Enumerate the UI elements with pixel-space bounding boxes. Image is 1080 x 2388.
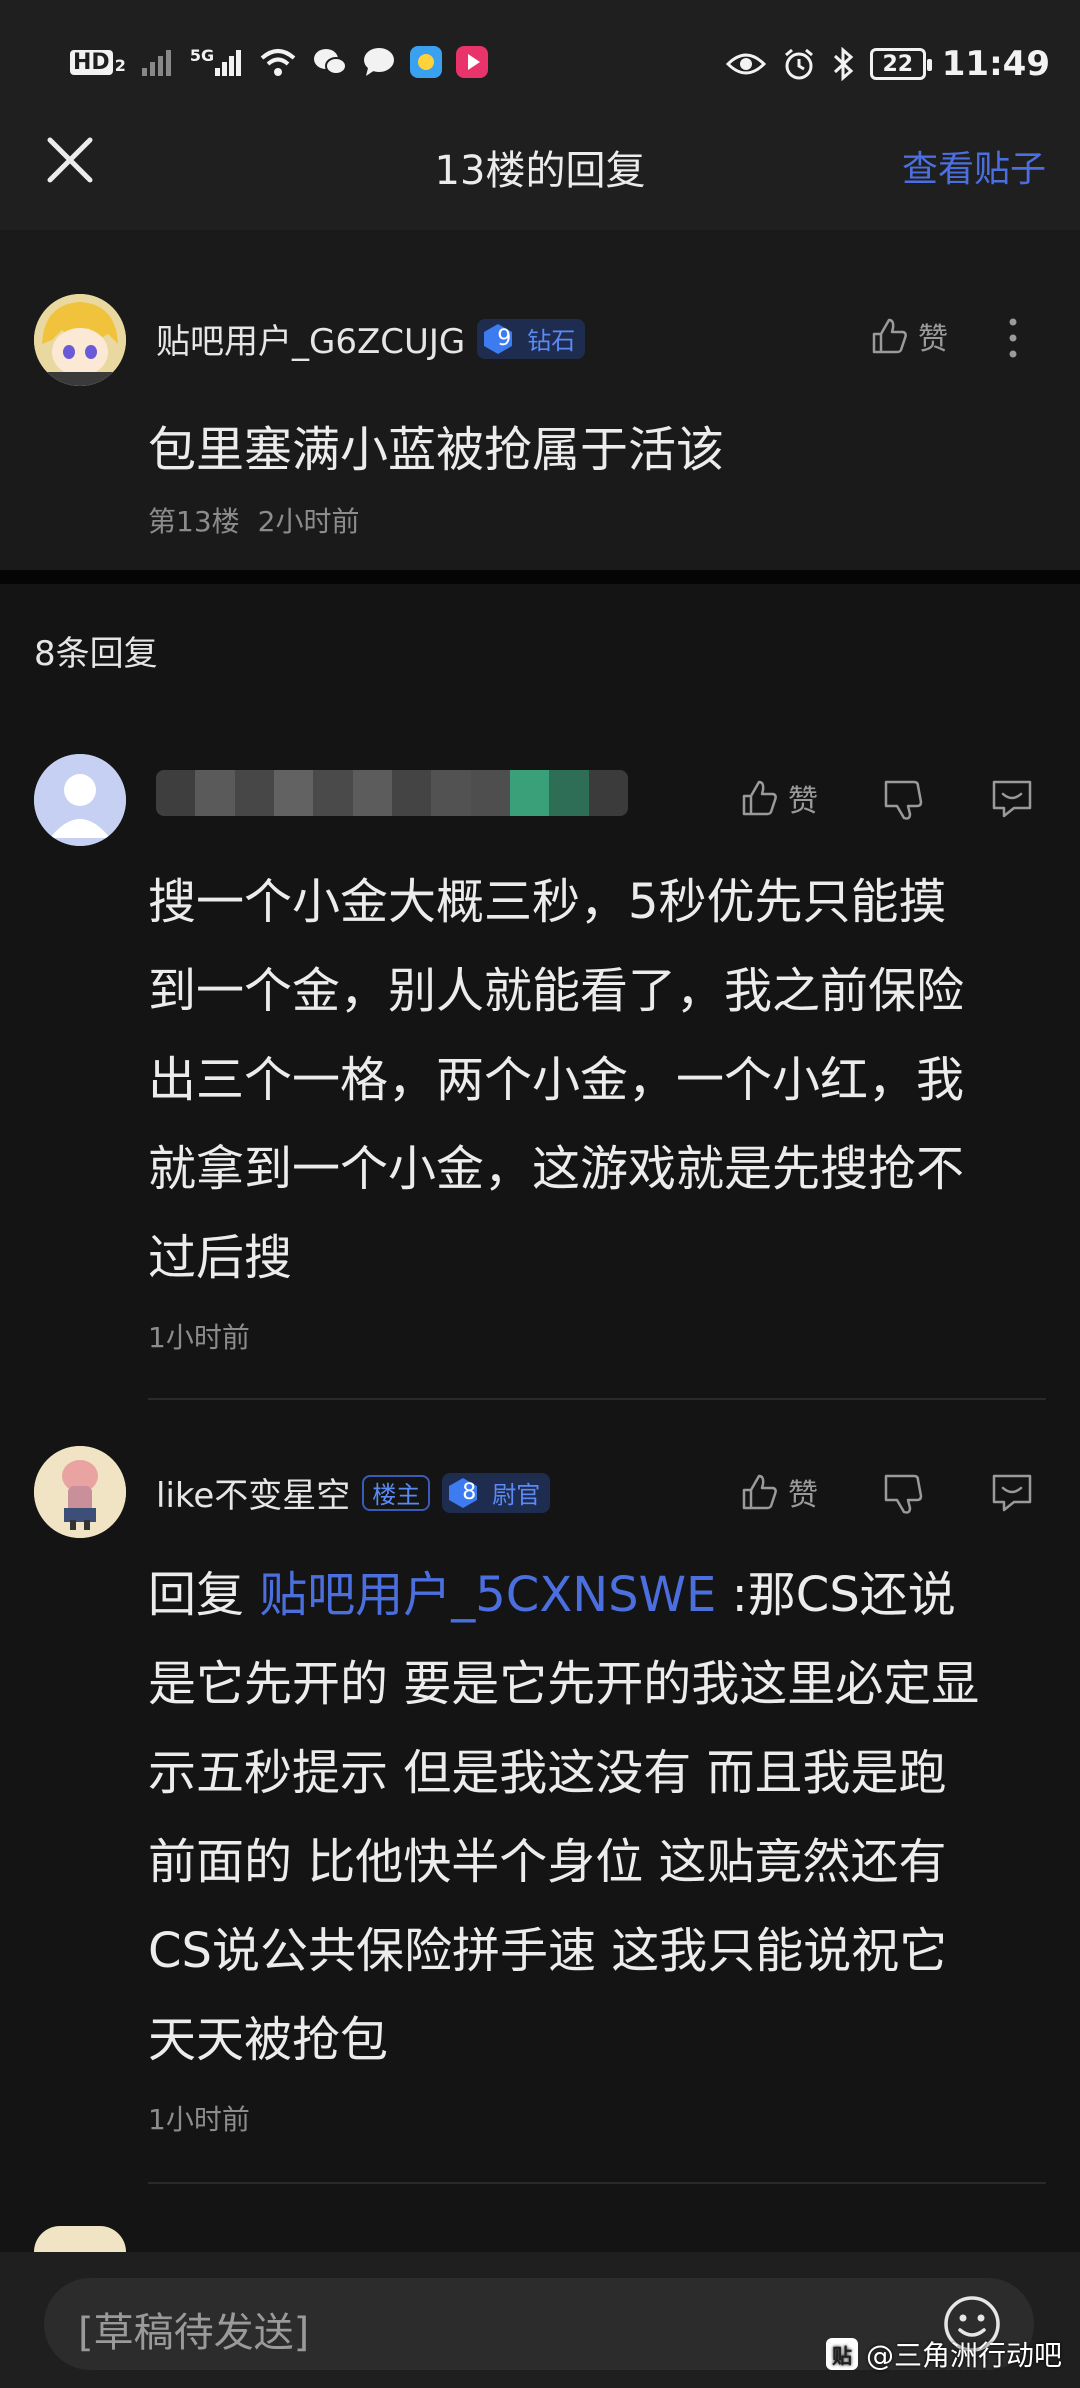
thumbs-down-icon[interactable] (880, 776, 928, 824)
thumbs-up-icon (742, 1474, 777, 1510)
reply-username[interactable]: like不变星空 (156, 1468, 350, 1517)
tieba-logo-icon: 贴 (825, 2338, 858, 2370)
reply-time: 1小时前 (148, 1321, 250, 1354)
title-bar: 13楼的回复 查看贴子 (0, 100, 1080, 230)
reply-divider (148, 1398, 1046, 1400)
like-button[interactable]: 赞 (740, 1470, 818, 1514)
reply-author[interactable]: like不变星空 楼主 8 尉官 (156, 1468, 551, 1517)
thumbs-up-icon (742, 780, 777, 816)
username[interactable]: 贴吧用户_G6ZCUJG (156, 314, 465, 363)
reply-bubble-icon[interactable] (988, 774, 1036, 822)
draft-placeholder: [草稿待发送] (78, 2310, 310, 2356)
avatar[interactable] (34, 2226, 126, 2252)
video-app-icon (456, 46, 489, 78)
eye-icon (725, 53, 766, 75)
floor-number: 第13楼 (148, 505, 240, 538)
bluetooth-icon (833, 47, 853, 81)
like-button[interactable]: 赞 (870, 314, 948, 358)
battery-indicator: 22 (869, 48, 932, 80)
reply-count: 8条回复 (34, 634, 158, 674)
reply-content: 搜一个小金大概三秒，5秒优先只能摸 到一个金，别人就能看了，我之前保险 出三个一… (148, 874, 965, 1286)
view-post-link[interactable]: 查看贴子 (902, 140, 1046, 192)
avatar[interactable] (34, 754, 126, 846)
avatar[interactable] (34, 294, 126, 386)
reply-divider (148, 2182, 1046, 2184)
floor-content: 包里塞满小蓝被抢属于活该 (148, 422, 725, 478)
thumbs-down-icon[interactable] (880, 1470, 928, 1518)
username-blurred[interactable] (156, 770, 628, 816)
signal-icon (141, 50, 171, 76)
wechat-icon (314, 49, 348, 75)
message-icon (364, 48, 395, 76)
floor-author[interactable]: 贴吧用户_G6ZCUJG 9 钻石 (156, 314, 586, 363)
clock: 11:49 (941, 44, 1050, 84)
reply-time: 1小时前 (148, 2103, 250, 2136)
signal-5g-icon: 5G (190, 46, 244, 78)
reply-content: 回复 贴吧用户_5CXNSWE :那CS还说 是它先开的 要是它先开的我这里必定… (148, 1567, 980, 2068)
bottom-input-bar: [草稿待发送] 贴 @三角洲行动吧 (0, 2252, 1080, 2388)
mention-link[interactable]: 贴吧用户_5CXNSWE (259, 1567, 716, 1623)
level-badge: 8 尉官 (442, 1472, 551, 1513)
level-badge: 9 钻石 (477, 318, 586, 359)
section-divider (0, 570, 1080, 584)
thumbs-up-icon (872, 318, 907, 354)
like-button[interactable]: 赞 (740, 776, 818, 820)
avatar[interactable] (34, 1446, 126, 1538)
owner-badge: 楼主 (362, 1474, 431, 1511)
wifi-icon (260, 49, 296, 76)
more-options-icon[interactable] (998, 316, 1028, 360)
app-notification-icon (410, 46, 443, 78)
floor-post: 贴吧用户_G6ZCUJG 9 钻石 赞 包里塞满小蓝被抢属于活该 第13楼 2小… (0, 230, 1080, 570)
floor-meta: 第13楼 2小时前 (148, 500, 359, 540)
alarm-icon (784, 48, 813, 80)
floor-time: 2小时前 (257, 505, 360, 538)
watermark-text: @三角洲行动吧 (865, 2339, 1062, 2372)
watermark: 贴 @三角洲行动吧 (825, 2334, 1062, 2374)
status-right-icons: 22 11:49 (725, 44, 1050, 84)
reply-bubble-icon[interactable] (988, 1468, 1036, 1516)
status-left-icons: HD 2 5G (70, 46, 489, 78)
hd-icon: HD 2 (70, 49, 126, 75)
